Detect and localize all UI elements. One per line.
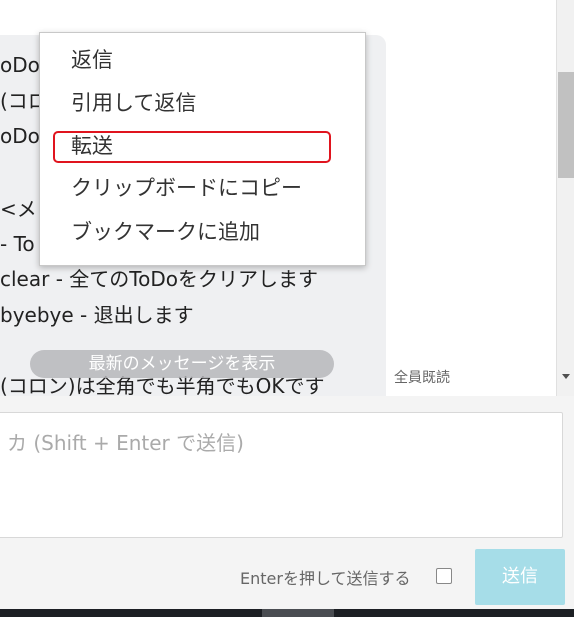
read-status-label: 全員既読: [394, 370, 450, 386]
menu-item-forward[interactable]: 転送: [71, 133, 113, 159]
enter-to-send-checkbox[interactable]: [436, 568, 452, 584]
message-composer: Enterを押して送信する 送信: [0, 396, 574, 617]
message-line: oDo: [0, 53, 40, 77]
menu-item-quote-reply[interactable]: 引用して返信: [71, 90, 196, 116]
message-context-menu: 返信 引用して返信 転送 クリップボードにコピー ブックマークに追加: [39, 32, 366, 266]
message-input[interactable]: [0, 412, 563, 538]
enter-to-send-label: Enterを押して送信する: [240, 569, 411, 588]
message-line: clear - 全てのToDoをクリアします: [0, 267, 318, 291]
menu-item-reply[interactable]: 返信: [71, 47, 113, 73]
taskbar-segment: [262, 609, 334, 617]
message-line: - To: [0, 232, 35, 256]
menu-item-copy-clipboard[interactable]: クリップボードにコピー: [71, 175, 302, 201]
menu-item-add-bookmark[interactable]: ブックマークに追加: [71, 219, 260, 245]
message-line: oDo: [0, 124, 40, 148]
scrollbar-thumb[interactable]: [558, 72, 574, 178]
scroll-down-arrow-icon[interactable]: [562, 374, 570, 379]
message-line: <メ: [0, 197, 37, 221]
send-button[interactable]: 送信: [475, 549, 565, 605]
chat-scrollbar[interactable]: [556, 0, 574, 396]
show-latest-messages-button[interactable]: 最新のメッセージを表示: [30, 350, 334, 378]
message-line: byebye - 退出します: [0, 303, 194, 327]
bottom-taskbar: [0, 609, 574, 617]
